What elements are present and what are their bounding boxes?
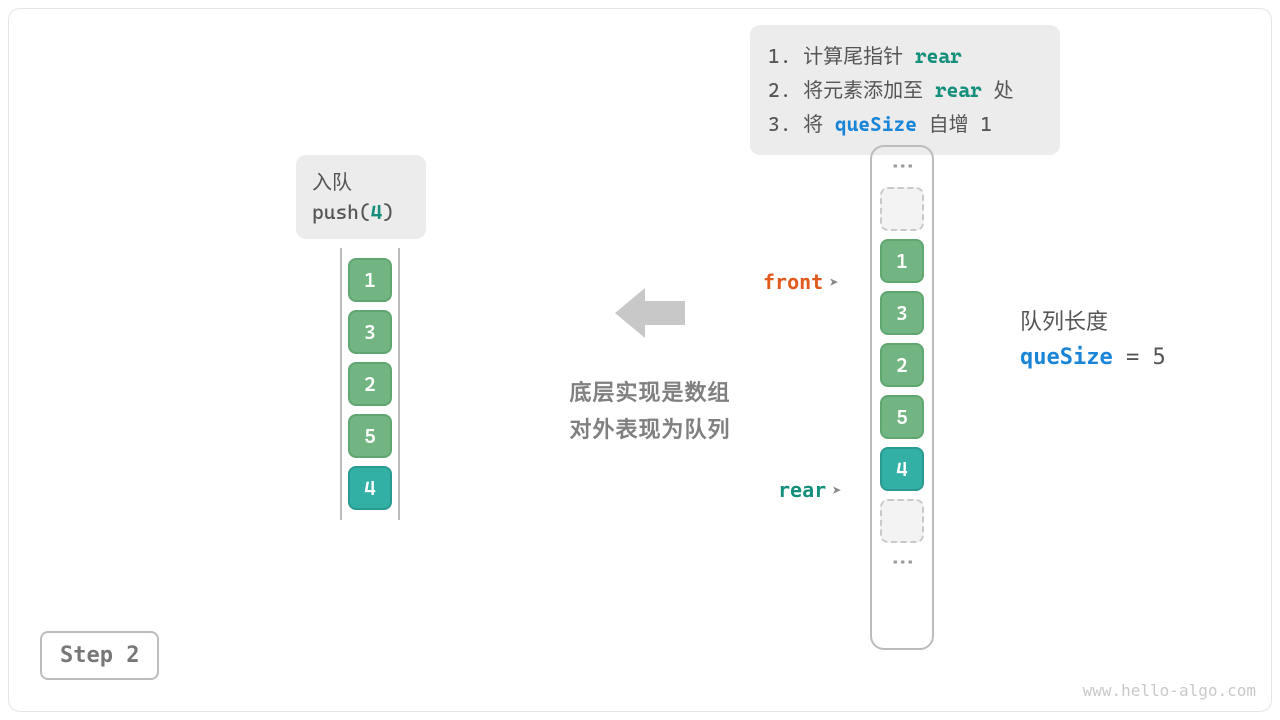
step-3-text: 3. 将 queSize 自增 1	[768, 107, 1042, 141]
step-2-post: 处	[982, 78, 1014, 102]
rear-keyword: rear	[935, 78, 982, 102]
front-label-text: front	[763, 270, 823, 294]
array-cell: 2	[880, 343, 924, 387]
enqueue-call-post: )	[382, 200, 394, 224]
array-cell: 3	[880, 291, 924, 335]
rear-keyword: rear	[915, 44, 962, 68]
watermark: www.hello-algo.com	[1083, 681, 1256, 700]
caption-text: 底层实现是数组 对外表现为队列	[530, 375, 770, 450]
array-cell: 4	[880, 447, 924, 491]
array-cell: 1	[880, 239, 924, 283]
array-empty-slot	[880, 499, 924, 543]
pointer-arrow-icon: ➤	[829, 273, 839, 292]
vertical-ellipsis-icon: ⋮	[891, 551, 913, 575]
queue-cell: 1	[348, 258, 392, 302]
rear-pointer-label: rear ➤	[778, 478, 842, 502]
quesize-keyword: queSize	[1020, 345, 1113, 370]
front-pointer-label: front ➤	[763, 270, 839, 294]
vertical-ellipsis-icon: ⋮	[891, 155, 913, 179]
array-cell: 5	[880, 395, 924, 439]
enqueue-label-box: 入队 push(4)	[296, 155, 426, 239]
enqueue-title: 入队	[312, 167, 410, 197]
queue-cell: 4	[348, 466, 392, 510]
step-2-text: 2. 将元素添加至 rear 处	[768, 73, 1042, 107]
step-2-pre: 2. 将元素添加至	[768, 78, 935, 102]
queue-cell: 5	[348, 414, 392, 458]
algorithm-steps-box: 1. 计算尾指针 rear 2. 将元素添加至 rear 处 3. 将 queS…	[750, 25, 1060, 155]
enqueue-call: push(4)	[312, 197, 410, 227]
caption-line-2: 对外表现为队列	[530, 412, 770, 449]
step-3-pre: 3. 将	[768, 112, 835, 136]
caption-line-1: 底层实现是数组	[530, 375, 770, 412]
queue-size-title: 队列长度	[1020, 305, 1166, 340]
step-1-pre: 1. 计算尾指针	[768, 44, 915, 68]
left-arrow-icon	[615, 283, 685, 343]
array-visualization: ⋮ 1 3 2 5 4 ⋮	[870, 145, 934, 650]
pointer-arrow-icon: ➤	[832, 481, 842, 500]
queue-cell: 2	[348, 362, 392, 406]
array-empty-slot	[880, 187, 924, 231]
enqueue-call-pre: push(	[312, 200, 371, 224]
queue-size-value: 5	[1152, 345, 1165, 370]
step-3-post: 自增 1	[917, 112, 992, 136]
queue-size-expr: queSize = 5	[1020, 340, 1166, 375]
step-1-text: 1. 计算尾指针 rear	[768, 39, 1042, 73]
equals-sign: =	[1113, 345, 1153, 370]
rear-label-text: rear	[778, 478, 826, 502]
queue-cell: 3	[348, 310, 392, 354]
step-badge: Step 2	[40, 631, 159, 680]
queue-visualization: 1 3 2 5 4	[340, 248, 400, 520]
enqueue-arg: 4	[371, 200, 383, 224]
queue-size-label: 队列长度 queSize = 5	[1020, 305, 1166, 375]
quesize-keyword: queSize	[835, 112, 917, 136]
